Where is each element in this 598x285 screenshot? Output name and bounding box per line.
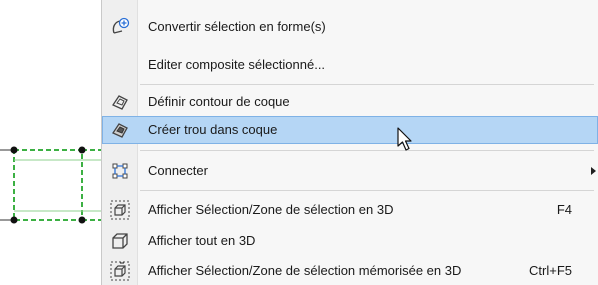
selected-element[interactable] (0, 149, 110, 221)
node-handle[interactable] (10, 146, 18, 154)
menu-separator (140, 190, 594, 191)
menu-item-connect[interactable]: Connecter (102, 157, 598, 185)
menu-item-label: Afficher tout en 3D (148, 233, 256, 248)
node-handle[interactable] (10, 216, 18, 224)
drawing-canvas[interactable] (0, 0, 110, 285)
shortcut-label: F4 (556, 202, 572, 217)
3d-saved-selection-icon (110, 261, 130, 281)
node-handle[interactable] (78, 216, 86, 224)
menu-item-show-saved-selection-3d[interactable]: Afficher Sélection/Zone de sélection mém… (102, 257, 598, 285)
mouse-cursor-icon (397, 127, 412, 151)
menu-item-label: Connecter (148, 163, 208, 178)
menu-separator (140, 150, 594, 151)
menu-item-define-shell-contour[interactable]: Définir contour de coque (102, 88, 598, 116)
menu-item-show-selection-3d[interactable]: Afficher Sélection/Zone de sélection en … (102, 196, 598, 224)
menu-item-convert-to-shape[interactable]: Convertir sélection en forme(s) (102, 13, 598, 41)
3d-selection-icon (110, 200, 130, 220)
connect-icon (112, 163, 128, 179)
menu-item-label: Afficher Sélection/Zone de sélection mém… (148, 263, 462, 278)
menu-item-create-shell-hole[interactable]: Créer trou dans coque (102, 116, 598, 144)
menu-item-label: Afficher Sélection/Zone de sélection en … (148, 202, 394, 217)
menu-item-label: Créer trou dans coque (148, 122, 278, 137)
menu-separator (140, 84, 594, 85)
convert-shape-icon (112, 17, 130, 34)
menu-item-label: Editer composite sélectionné... (148, 57, 326, 72)
context-menu: Convertir sélection en forme(s) Editer c… (101, 0, 598, 285)
menu-item-label: Convertir sélection en forme(s) (148, 19, 326, 34)
submenu-arrow-icon (591, 167, 596, 175)
node-handle[interactable] (78, 146, 86, 154)
menu-item-show-all-3d[interactable]: Afficher tout en 3D (102, 227, 598, 255)
shortcut-label: Ctrl+F5 (529, 263, 572, 278)
shell-contour-icon (112, 95, 128, 110)
menu-item-label: Définir contour de coque (148, 94, 290, 109)
shell-hole-icon (112, 123, 128, 138)
menu-item-edit-composite[interactable]: Editer composite sélectionné... (102, 51, 598, 79)
3d-all-icon (112, 233, 128, 249)
